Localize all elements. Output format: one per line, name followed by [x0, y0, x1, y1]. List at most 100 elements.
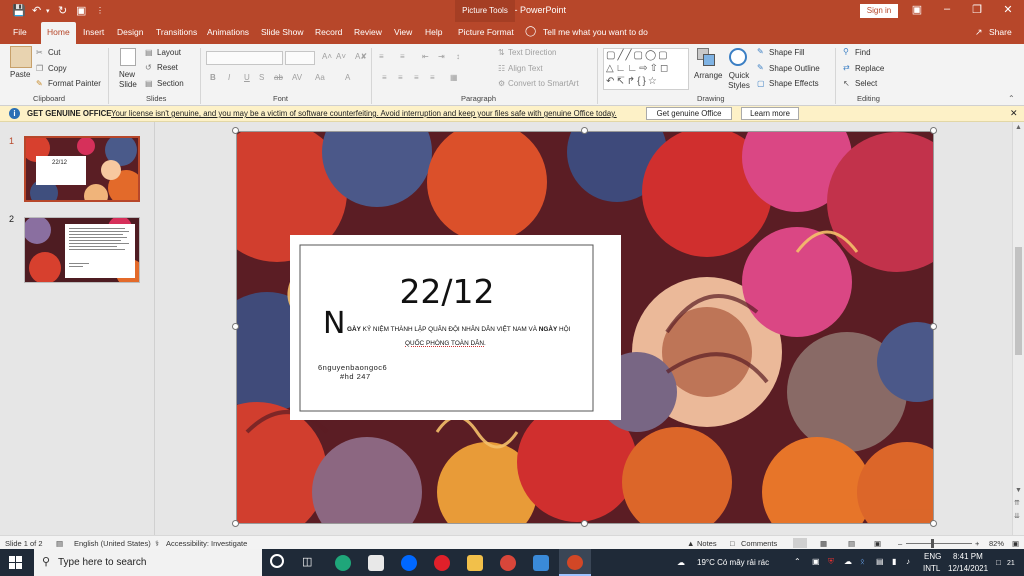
maximize-button[interactable]: ❐ [967, 3, 987, 16]
copy-button[interactable]: Copy [48, 64, 67, 73]
slide-sorter-icon[interactable]: ▦ [820, 539, 827, 548]
cut-button[interactable]: Cut [48, 48, 60, 57]
italic-button[interactable]: I [228, 73, 230, 82]
new-slide-icon[interactable] [120, 48, 136, 66]
font-size-box[interactable] [285, 51, 315, 65]
resize-handle[interactable] [930, 127, 937, 134]
resize-handle[interactable] [930, 323, 937, 330]
zoom-slider-thumb[interactable] [931, 539, 934, 548]
fit-slide-icon[interactable]: ▣ [1012, 539, 1019, 548]
justify-icon[interactable]: ≡ [430, 73, 435, 82]
change-case-button[interactable]: Aa [315, 73, 325, 82]
get-genuine-office-button[interactable]: Get genuine Office [646, 107, 732, 120]
tab-record[interactable]: Record [315, 27, 342, 37]
bold-button[interactable]: B [210, 73, 216, 82]
resize-handle[interactable] [930, 520, 937, 527]
tab-file[interactable]: File [13, 27, 27, 37]
close-notice-icon[interactable]: ✕ [1010, 108, 1018, 119]
resize-handle[interactable] [581, 127, 588, 134]
paste-icon[interactable] [10, 46, 32, 68]
strikethrough-button[interactable]: ab [274, 73, 283, 82]
bluetooth-icon[interactable]: ᛟ [860, 557, 865, 566]
tell-me-search[interactable]: Tell me what you want to do [543, 27, 648, 37]
store-icon[interactable] [368, 555, 384, 571]
scrollbar-thumb[interactable] [1015, 247, 1022, 355]
decrease-indent-icon[interactable]: ⇤ [422, 52, 429, 61]
tab-help[interactable]: Help [425, 27, 442, 37]
learn-more-button[interactable]: Learn more [741, 107, 799, 120]
battery-icon[interactable]: ▮ [892, 557, 896, 566]
volume-icon[interactable]: ♪ [906, 557, 910, 566]
notice-message-link[interactable]: Your license isn't genuine, and you may … [111, 109, 617, 118]
zoom-out-icon[interactable]: – [898, 539, 902, 548]
slideshow-view-icon[interactable]: ▣ [874, 539, 881, 548]
arrange-icon[interactable] [697, 48, 717, 68]
language-status[interactable]: English (United States) [74, 539, 151, 548]
minimize-button[interactable]: – [937, 3, 957, 15]
new-slide-button[interactable]: New Slide [119, 70, 141, 90]
font-name-box[interactable] [206, 51, 283, 65]
resize-handle[interactable] [232, 520, 239, 527]
slide-credit-line-2[interactable]: #hd 247 [340, 372, 371, 381]
tab-review[interactable]: Review [354, 27, 382, 37]
shape-outline-button[interactable]: Shape Outline [769, 64, 820, 73]
input-language-primary[interactable]: ENG [924, 552, 941, 561]
paste-button[interactable]: Paste [10, 70, 30, 79]
tab-insert[interactable]: Insert [83, 27, 104, 37]
align-center-icon[interactable]: ≡ [398, 73, 403, 82]
share-button[interactable]: Share [989, 27, 1012, 37]
slide-canvas[interactable]: 22/12 N GÀY KỶ NIỆM THÀNH LẬP QUÂN ĐỘI N… [236, 131, 934, 524]
tab-picture-format[interactable]: Picture Format [458, 27, 514, 37]
grow-font-button[interactable]: A˄ [322, 52, 332, 61]
format-painter-button[interactable]: Format Painter [48, 79, 101, 88]
columns-icon[interactable]: ▦ [450, 73, 458, 82]
reading-view-icon[interactable]: ▤ [848, 539, 855, 548]
slide-thumbnail-2[interactable] [24, 217, 140, 283]
notes-button[interactable]: Notes [697, 539, 717, 548]
zalo-icon[interactable] [401, 555, 417, 571]
onedrive-icon[interactable]: ☁ [844, 557, 852, 566]
previous-slide-icon[interactable]: ⇈ [1014, 499, 1020, 507]
opera-icon[interactable] [434, 555, 450, 571]
normal-view-icon[interactable] [793, 538, 807, 548]
vertical-scrollbar[interactable]: ▲ ▼ ⇈ ⇊ [1012, 122, 1024, 535]
show-hidden-icons-icon[interactable]: ⌃ [794, 557, 801, 566]
slide-body-line-2[interactable]: QUỐC PHÒNG TOÀN DÂN. [405, 340, 486, 347]
tab-design[interactable]: Design [117, 27, 143, 37]
tab-transitions[interactable]: Transitions [156, 27, 197, 37]
photos-icon[interactable] [533, 555, 549, 571]
close-button[interactable]: ✕ [998, 3, 1018, 16]
scroll-up-icon[interactable]: ▲ [1015, 124, 1022, 131]
cortana-icon[interactable] [270, 554, 284, 568]
slide-title[interactable]: 22/12 [237, 272, 657, 311]
chrome-icon[interactable] [500, 555, 516, 571]
resize-handle[interactable] [232, 127, 239, 134]
shape-fill-button[interactable]: Shape Fill [769, 48, 805, 57]
layout-button[interactable]: Layout [157, 48, 181, 57]
increase-indent-icon[interactable]: ⇥ [438, 52, 445, 61]
align-text-button[interactable]: Align Text [508, 64, 543, 73]
zoom-in-icon[interactable]: + [975, 539, 979, 548]
notification-center-icon[interactable]: □ [996, 558, 1001, 567]
shrink-font-button[interactable]: A˅ [336, 52, 346, 61]
underline-button[interactable]: U [244, 73, 250, 82]
windows-start-icon[interactable] [9, 556, 22, 569]
tab-view[interactable]: View [394, 27, 412, 37]
align-left-icon[interactable]: ≡ [382, 73, 387, 82]
accessibility-status[interactable]: Accessibility: Investigate [166, 539, 247, 548]
shadow-button[interactable]: S [259, 73, 264, 82]
spelling-check-icon[interactable]: ▤ [56, 539, 63, 548]
share-icon[interactable]: ↗ [975, 27, 983, 38]
text-direction-button[interactable]: Text Direction [508, 48, 556, 57]
tab-animations[interactable]: Animations [207, 27, 249, 37]
quick-styles-icon[interactable] [729, 48, 747, 66]
clock-date[interactable]: 12/14/2021 [948, 564, 988, 573]
resize-handle[interactable] [581, 520, 588, 527]
tray-app-icon[interactable]: ▣ [812, 557, 820, 566]
comments-button[interactable]: Comments [741, 539, 777, 548]
weather-status[interactable]: 19°C Có mây rải rác [697, 558, 769, 567]
align-right-icon[interactable]: ≡ [414, 73, 419, 82]
zoom-level[interactable]: 82% [989, 539, 1004, 548]
line-spacing-icon[interactable]: ↕ [456, 52, 460, 61]
character-spacing-button[interactable]: AV [292, 73, 302, 82]
